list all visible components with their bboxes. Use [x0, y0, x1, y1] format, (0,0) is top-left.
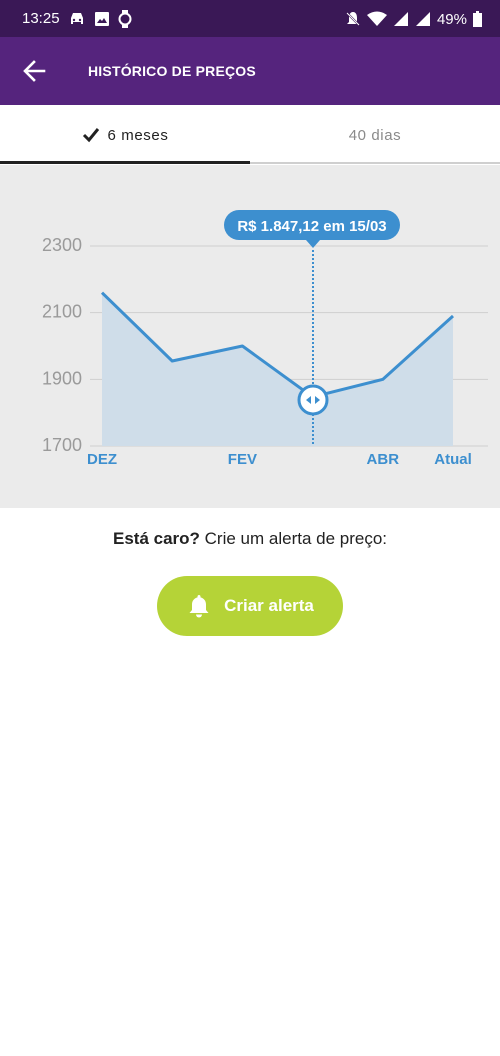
y-tick-label: 1700: [42, 435, 82, 455]
period-tabs: 6 meses 40 dias: [0, 105, 500, 165]
create-alert-button[interactable]: Criar alerta: [157, 576, 343, 636]
create-alert-label: Criar alerta: [224, 596, 314, 615]
bell-icon: [189, 595, 209, 618]
prompt-text: Crie um alerta de preço:: [199, 529, 388, 548]
status-time: 13:25: [22, 10, 60, 27]
mute-icon: [346, 12, 360, 26]
x-tick-label: FEV: [228, 451, 257, 468]
price-chart: 2300 2100 1900 1700 DEZ FEV ABR Atual R$ 1.847,1…: [0, 165, 500, 508]
back-button[interactable]: [18, 56, 50, 86]
tab-label: 40 dias: [348, 126, 402, 144]
battery-percent: 49%: [436, 10, 467, 28]
signal-icon: [393, 12, 408, 26]
tab-indicator: [0, 161, 250, 164]
tooltip-text: R$ 1.847,12 em 15/03: [237, 218, 386, 235]
app-bar: HISTÓRICO DE PREÇOS: [0, 37, 500, 105]
signal-icon: [415, 12, 430, 26]
tab-40-days[interactable]: 40 dias: [250, 105, 500, 165]
watch-icon: [118, 10, 132, 28]
battery-icon: [473, 11, 482, 27]
tab-divider: [250, 162, 500, 164]
y-tick-label: 2300: [42, 235, 82, 255]
drag-handle[interactable]: [297, 384, 329, 416]
page-title: HISTÓRICO DE PREÇOS: [88, 63, 256, 79]
status-bar: 13:25 49%: [0, 0, 500, 37]
price-chart-svg: 2300 2100 1900 1700 DEZ FEV ABR Atual R$ 1.847,1…: [42, 210, 488, 468]
x-tick-label: Atual: [434, 451, 472, 468]
image-icon: [95, 12, 109, 26]
tab-6-months[interactable]: 6 meses: [0, 105, 250, 165]
check-icon: [82, 128, 99, 143]
car-icon: [71, 13, 83, 24]
wifi-icon: [366, 11, 387, 26]
area-fill: [102, 292, 453, 446]
x-tick-label: DEZ: [87, 451, 117, 468]
prompt-bold: Está caro?: [112, 529, 200, 548]
tooltip-pointer: [306, 240, 320, 248]
y-tick-label: 2100: [42, 302, 82, 322]
alert-prompt: Está caro? Crie um alerta de preço:: [0, 529, 500, 549]
arrow-left-icon: [23, 60, 46, 82]
tab-label: 6 meses: [107, 126, 169, 144]
y-tick-label: 1900: [42, 368, 82, 388]
x-tick-label: ABR: [367, 451, 400, 468]
